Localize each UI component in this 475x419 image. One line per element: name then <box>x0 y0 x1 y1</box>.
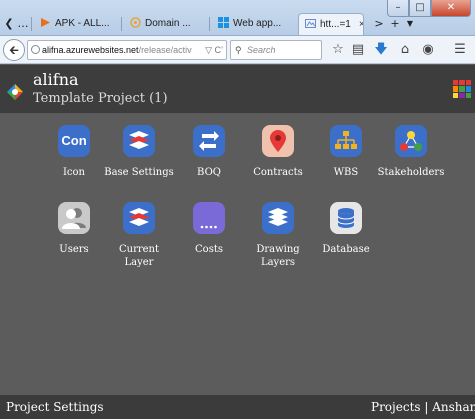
layers-icon <box>123 202 155 234</box>
menu-icon[interactable]: ☰ <box>452 42 468 58</box>
close-tab-icon[interactable]: × <box>359 19 363 30</box>
tab-web-app[interactable]: Web app... <box>212 13 296 35</box>
url-path: /release/activ <box>138 45 192 55</box>
home-icon[interactable]: ⌂ <box>397 42 413 58</box>
navigation-toolbar: 🡰 alifna.azurewebsites.net/release/activ… <box>0 36 475 64</box>
hierarchy-icon <box>330 125 362 157</box>
search-icon: ⚲ <box>235 45 242 55</box>
url-bar[interactable]: alifna.azurewebsites.net/release/activ ▽… <box>27 40 227 60</box>
tab-label: htt...=1 <box>320 19 351 30</box>
app-logo-icon[interactable] <box>6 83 24 101</box>
projects-user-link[interactable]: Projects | Anshan <box>371 400 475 414</box>
tab-scroll-right-icon[interactable]: > <box>372 16 386 32</box>
database-icon <box>330 202 362 234</box>
tab-label: Domain ... <box>145 18 191 29</box>
tab-domain[interactable]: Domain ... <box>124 13 208 35</box>
costs-icon <box>193 202 225 234</box>
stack-icon <box>262 202 294 234</box>
tile-users[interactable]: Users <box>38 202 110 256</box>
window-controls: – □ ✕ <box>387 0 471 18</box>
tab-active[interactable]: htt...=1 × <box>298 13 364 35</box>
reading-list-icon[interactable]: ▤ <box>350 42 366 58</box>
windows-favicon-icon <box>218 17 229 28</box>
tile-label: Base Settings <box>104 167 174 178</box>
bookmark-star-icon[interactable]: ☆ <box>330 42 346 58</box>
back-arrow-icon[interactable]: 🡰 <box>3 39 25 61</box>
apk-favicon-icon <box>41 18 50 27</box>
tab-separator <box>31 17 32 31</box>
tile-base-settings[interactable]: Base Settings <box>103 125 175 179</box>
reload-icon[interactable]: ▽ C’ <box>202 41 223 59</box>
app-header: alifna Template Project (1) <box>0 65 475 113</box>
tab-label: Web app... <box>233 18 282 29</box>
tab-overflow-icon[interactable]: … <box>16 16 30 32</box>
tile-label: Drawing Layers <box>256 244 300 268</box>
tile-label: Current Layer <box>118 244 160 268</box>
tile-boq[interactable]: BOQ <box>173 125 245 179</box>
tab-separator <box>121 17 122 31</box>
chat-icon[interactable]: ◉ <box>420 42 436 58</box>
apps-grid-icon[interactable] <box>453 80 471 98</box>
project-settings-link[interactable]: Project Settings <box>6 400 104 414</box>
project-name: Template Project (1) <box>33 91 168 106</box>
tile-label: Stakeholders <box>377 167 445 178</box>
tile-costs[interactable]: Costs <box>173 202 245 256</box>
tab-list-dropdown-icon[interactable]: ▼ <box>403 16 417 32</box>
app-footer: Project Settings Projects | Anshan <box>0 395 475 419</box>
url-host: alifna.azurewebsites.net <box>42 45 139 55</box>
exchange-icon <box>193 125 225 157</box>
tile-drawing-layers[interactable]: Drawing Layers <box>242 202 314 269</box>
users-icon <box>58 202 90 234</box>
layers-icon <box>123 125 155 157</box>
search-placeholder: Search <box>247 45 276 55</box>
con-icon: Con <box>58 125 90 157</box>
new-tab-icon[interactable]: + <box>388 16 402 32</box>
search-input[interactable]: ⚲ Search <box>230 40 322 60</box>
maximize-icon[interactable]: □ <box>409 0 431 17</box>
workspace: Con Icon Base Settings BOQ Contracts WBS… <box>0 113 475 395</box>
tile-label: Database <box>322 244 370 255</box>
tile-current-layer[interactable]: Current Layer <box>103 202 175 269</box>
globe-icon <box>31 45 40 54</box>
tile-label: WBS <box>333 167 359 178</box>
tab-apk[interactable]: APK - ALL... <box>34 13 120 35</box>
close-window-icon[interactable]: ✕ <box>431 0 471 17</box>
domain-favicon-icon <box>130 17 141 28</box>
tile-label: Costs <box>195 244 223 255</box>
tile-database[interactable]: Database <box>310 202 382 256</box>
tile-stakeholders[interactable]: Stakeholders <box>375 125 447 179</box>
tile-label: Users <box>59 244 89 255</box>
tile-wbs[interactable]: WBS <box>310 125 382 179</box>
tile-contracts[interactable]: Contracts <box>242 125 314 179</box>
project-owner-title: alifna <box>33 70 79 89</box>
tile-label: BOQ <box>197 167 221 178</box>
tab-label: APK - ALL... <box>55 18 110 29</box>
minimize-icon[interactable]: – <box>387 0 409 17</box>
tile-icon[interactable]: Con Icon <box>38 125 110 179</box>
tile-label: Contracts <box>253 167 303 178</box>
map-pin-icon <box>262 125 294 157</box>
network-icon <box>395 125 427 157</box>
browser-tab-strip: ❮ … APK - ALL... Domain ... Web app... h… <box>0 0 475 36</box>
download-icon[interactable]: 🡇 <box>373 42 389 58</box>
page-favicon-icon <box>305 19 316 28</box>
tab-separator <box>209 17 210 31</box>
tile-label: Icon <box>62 167 85 178</box>
tab-scroll-left-icon[interactable]: ❮ <box>2 16 16 32</box>
